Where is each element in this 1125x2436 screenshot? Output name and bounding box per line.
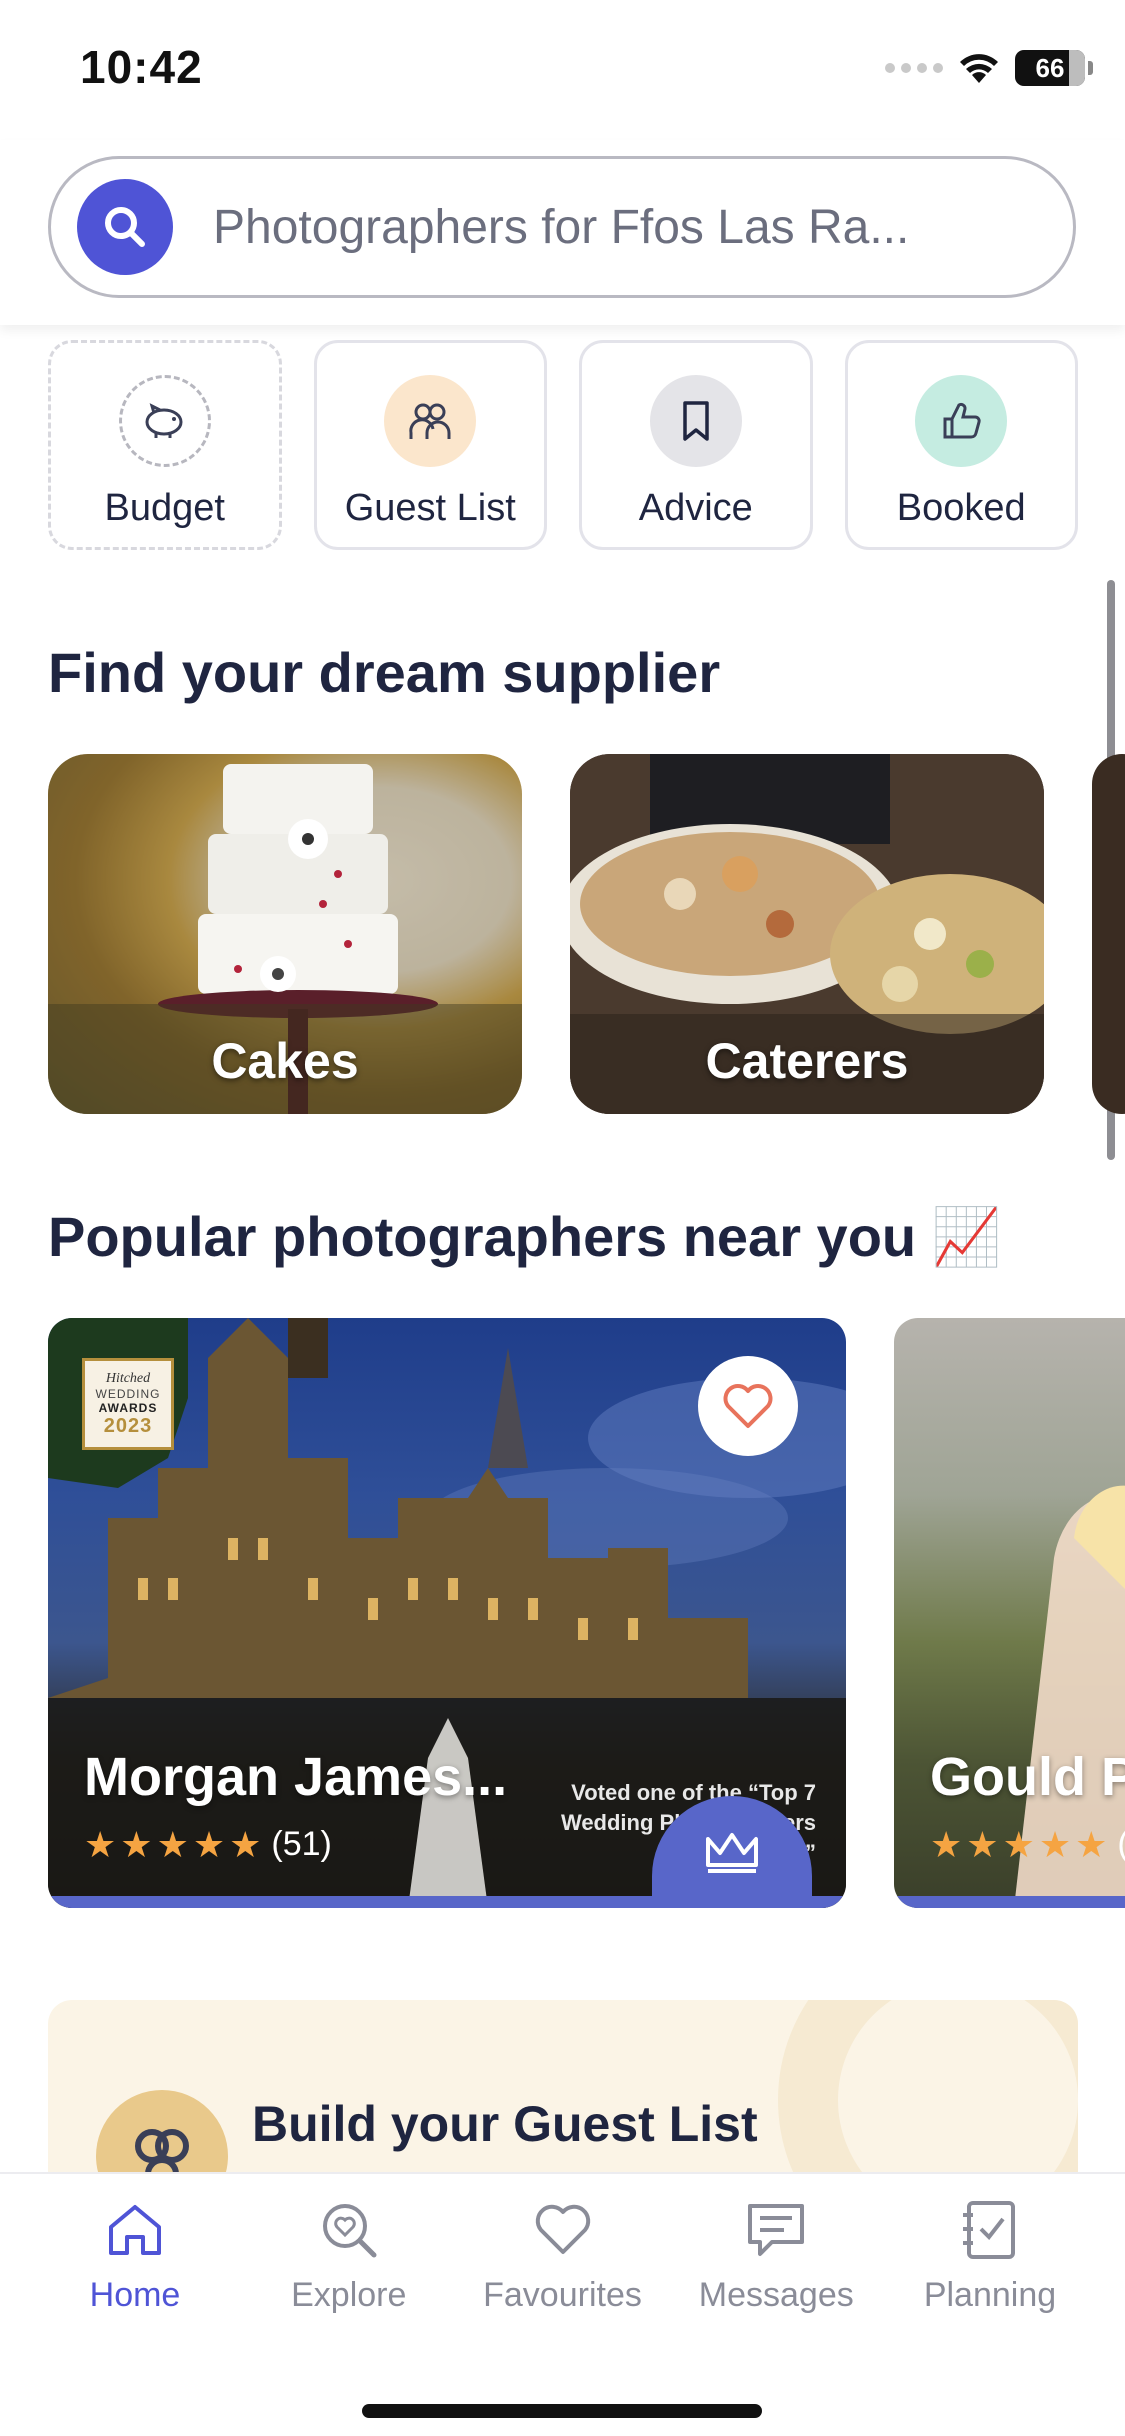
quick-action-label: Advice: [638, 487, 753, 529]
status-bar: 10:42 66: [0, 0, 1125, 140]
star-icon: ★: [1038, 1823, 1072, 1865]
search-input[interactable]: Photographers for Ffos Las Ra...: [48, 156, 1076, 298]
quick-action-booked[interactable]: Booked: [844, 340, 1078, 550]
planning-icon: [958, 2198, 1022, 2262]
star-icon: ★: [156, 1823, 189, 1865]
battery-icon: 66: [1015, 50, 1093, 86]
favourite-button[interactable]: [698, 1356, 798, 1456]
rating-count: (51): [271, 1825, 332, 1863]
status-time: 10:42: [80, 41, 203, 93]
guest-list-title: Build your Guest List: [252, 2096, 758, 2152]
star-icon: ★: [192, 1823, 226, 1865]
piggy-bank-icon: [118, 375, 211, 467]
star-icon: ★: [966, 1823, 999, 1865]
crown-icon: [706, 1833, 758, 1873]
heart-icon: [723, 1384, 773, 1428]
supplier-card-caterers[interactable]: Caterers: [570, 754, 1044, 1114]
supplier-card-cakes[interactable]: Cakes: [48, 754, 522, 1114]
star-icon: ★: [229, 1823, 262, 1865]
explore-icon: [317, 2198, 381, 2262]
nav-favourites[interactable]: Favourites: [458, 2198, 668, 2315]
supplier-label: Caterers: [705, 1033, 909, 1089]
quick-action-label: Guest List: [344, 487, 516, 529]
supplier-card-partial[interactable]: [1092, 754, 1125, 1114]
quick-action-guest-list[interactable]: Guest List: [313, 340, 547, 550]
photographer-name: Morgan James...: [84, 1747, 508, 1807]
rating-count: (: [1117, 1825, 1125, 1864]
photographer-card[interactable]: Gould P ★ ★ ★ ★ ★ (: [894, 1318, 1125, 1908]
cellular-signal-icon: [885, 63, 943, 73]
home-icon: [103, 2198, 167, 2262]
people-icon: [384, 375, 477, 467]
quick-action-label: Budget: [104, 487, 225, 529]
quick-action-advice[interactable]: Advice: [579, 340, 813, 550]
search-header: Photographers for Ffos Las Ra...: [0, 140, 1125, 325]
section-title-photographers: Popular photographers near you 📈: [48, 1205, 1002, 1268]
card-accent-bar: [894, 1896, 1125, 1908]
bookmark-icon: [649, 375, 742, 467]
supplier-label: Cakes: [211, 1033, 359, 1089]
status-icons: 66: [885, 48, 1093, 88]
rating: ★ ★ ★ ★ ★ (51): [84, 1825, 332, 1864]
rating: ★ ★ ★ ★ ★ (: [930, 1825, 1125, 1864]
quick-action-label: Booked: [896, 487, 1026, 529]
supplier-carousel[interactable]: Cakes Caterers: [48, 754, 1125, 1116]
search-placeholder: Photographers for Ffos Las Ra...: [213, 200, 910, 254]
quick-action-budget[interactable]: Budget: [48, 340, 282, 550]
card-accent-bar: [48, 1896, 846, 1908]
star-icon: ★: [930, 1823, 963, 1865]
photographer-carousel[interactable]: Hitched WEDDING AWARDS 2023 Morgan James…: [48, 1318, 1125, 1908]
photographer-card[interactable]: Hitched WEDDING AWARDS 2023 Morgan James…: [48, 1318, 846, 1908]
bride-image: [1014, 1485, 1125, 1908]
heart-icon: [531, 2198, 595, 2262]
star-icon: ★: [1002, 1823, 1035, 1865]
messages-icon: [744, 2198, 808, 2262]
nav-messages[interactable]: Messages: [671, 2198, 881, 2315]
star-icon: ★: [1075, 1823, 1108, 1865]
photographer-name: Gould P: [930, 1747, 1125, 1807]
star-icon: ★: [84, 1823, 117, 1865]
quick-actions: Budget Guest List Advice Booked: [48, 340, 1078, 550]
nav-home[interactable]: Home: [30, 2198, 240, 2315]
wifi-icon: [960, 54, 998, 83]
nav-planning[interactable]: Planning: [885, 2198, 1095, 2315]
search-button[interactable]: [77, 179, 173, 275]
home-indicator: [362, 2404, 762, 2418]
nav-explore[interactable]: Explore: [244, 2198, 454, 2315]
section-title-suppliers: Find your dream supplier: [48, 641, 721, 704]
star-icon: ★: [120, 1823, 153, 1865]
thumbs-up-icon: [915, 375, 1008, 467]
award-badge: Hitched WEDDING AWARDS 2023: [82, 1358, 174, 1450]
bottom-nav: Home Explore Favourites Messages Plannin…: [0, 2172, 1125, 2436]
search-icon: [105, 207, 145, 247]
